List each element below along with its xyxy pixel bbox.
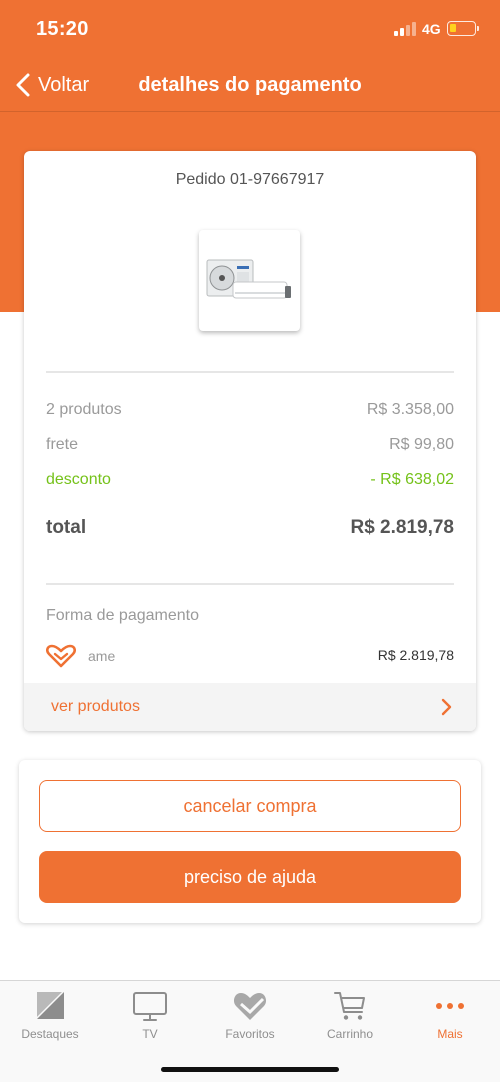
shipping-label: frete	[46, 436, 79, 453]
status-bar: 15:20 4G	[0, 0, 500, 60]
payment-method-title: Forma de pagamento	[46, 607, 199, 624]
divider	[46, 583, 454, 585]
product-image[interactable]	[199, 230, 300, 331]
signal-icon	[394, 22, 416, 36]
cart-icon	[334, 992, 365, 1020]
total-value: R$ 2.819,78	[350, 517, 454, 538]
network-type: 4G	[422, 21, 441, 37]
products-value: R$ 3.358,00	[366, 401, 454, 418]
discount-label: desconto	[46, 471, 111, 488]
tab-label: Destaques	[21, 1027, 79, 1041]
see-products-link[interactable]: ver produtos	[24, 683, 476, 731]
see-products-label: ver produtos	[51, 698, 140, 715]
status-time: 15:20	[36, 18, 89, 40]
tab-carrinho[interactable]: Carrinho	[300, 989, 400, 1049]
tab-tv[interactable]: TV	[100, 989, 200, 1049]
need-help-button[interactable]: preciso de ajuda	[39, 851, 461, 903]
more-dots-icon	[436, 1003, 464, 1009]
tab-label: Favoritos	[225, 1027, 275, 1041]
tab-label: Carrinho	[326, 1027, 374, 1041]
tab-destaques[interactable]: Destaques	[0, 989, 100, 1049]
air-conditioner-icon	[206, 259, 291, 299]
total-row: total R$ 2.819,78	[46, 517, 454, 539]
tab-favoritos[interactable]: Favoritos	[200, 989, 300, 1049]
tv-icon	[133, 992, 167, 1021]
tab-label: TV	[142, 1027, 158, 1041]
heart-icon	[233, 993, 267, 1020]
actions-card: cancelar compra preciso de ajuda	[19, 760, 481, 923]
battery-icon	[447, 21, 479, 36]
products-row: 2 produtos R$ 3.358,00	[46, 401, 454, 419]
divider	[46, 371, 454, 373]
payment-method-name: ame	[88, 648, 116, 664]
products-label: 2 produtos	[46, 401, 122, 418]
shipping-value: R$ 99,80	[389, 436, 454, 453]
order-id: Pedido 01-97667917	[175, 171, 325, 188]
ame-heart-icon	[46, 644, 76, 668]
discount-value: - R$ 638,02	[370, 471, 454, 488]
highlights-icon	[35, 990, 66, 1021]
page-title: detalhes do pagamento	[138, 74, 362, 96]
shipping-row: frete R$ 99,80	[46, 436, 454, 454]
cancel-purchase-button[interactable]: cancelar compra	[39, 780, 461, 832]
tab-label: Mais	[437, 1027, 463, 1041]
total-label: total	[46, 517, 87, 538]
chevron-right-icon	[441, 698, 452, 716]
order-details-card: Pedido 01-97667917 2 produtos R$ 3.358,0…	[24, 151, 476, 731]
discount-row: desconto - R$ 638,02	[46, 471, 454, 489]
navigation-bar: Voltar detalhes do pagamento	[0, 60, 500, 112]
payment-method-row: ame R$ 2.819,78	[46, 641, 454, 671]
payment-amount: R$ 2.819,78	[377, 647, 454, 663]
tab-mais[interactable]: Mais	[400, 989, 500, 1049]
home-indicator	[161, 1067, 339, 1072]
